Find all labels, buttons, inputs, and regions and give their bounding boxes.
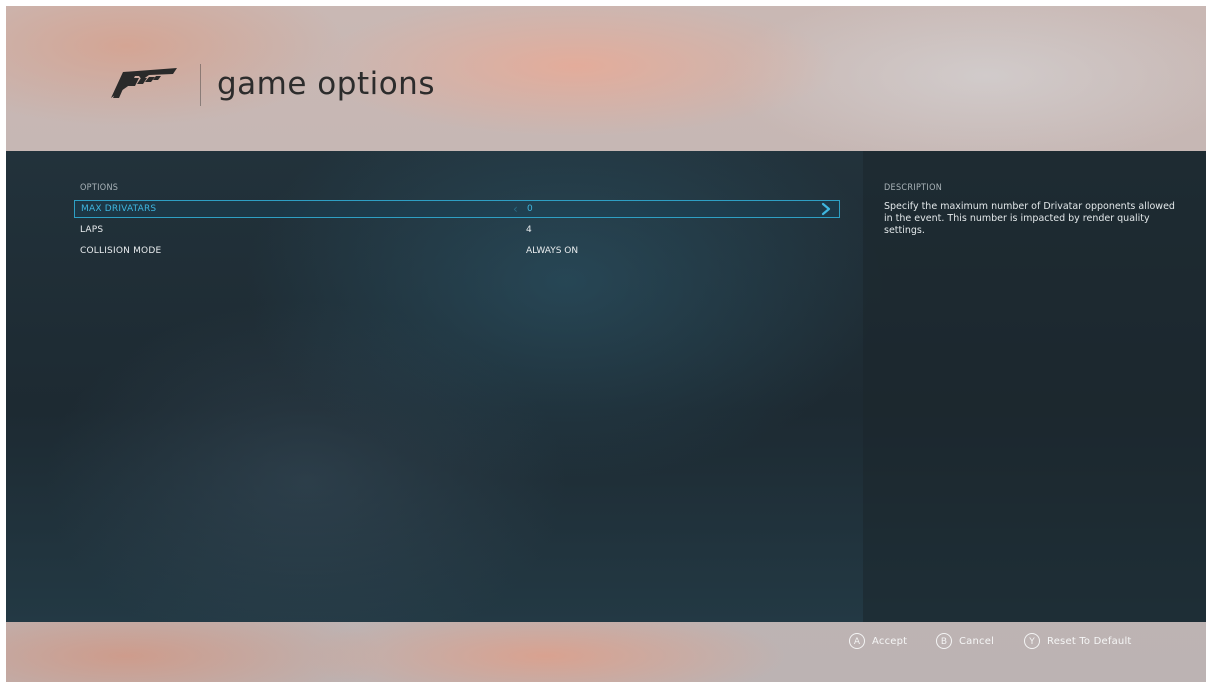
option-value: 4 xyxy=(526,225,532,235)
option-row-collision-mode[interactable]: COLLISION MODE ALWAYS ON xyxy=(74,243,840,261)
option-label: MAX DRIVATARS xyxy=(81,204,157,214)
header-divider xyxy=(200,64,201,106)
option-row-laps[interactable]: LAPS 4 xyxy=(74,222,840,240)
accept-button[interactable]: A Accept xyxy=(849,631,907,651)
chevron-right-icon[interactable] xyxy=(819,202,833,216)
page-title: game options xyxy=(217,66,435,102)
description-section-label: DESCRIPTION xyxy=(884,183,943,193)
option-value: 0 xyxy=(527,204,533,214)
cancel-button[interactable]: B Cancel xyxy=(936,631,994,651)
a-button-icon: A xyxy=(849,633,865,649)
options-panel: OPTIONS MAX DRIVATARS ‹ 0 LAPS 4 COLLISI… xyxy=(6,151,863,622)
cancel-label: Cancel xyxy=(959,635,995,647)
option-label: LAPS xyxy=(80,225,104,235)
y-button-icon: Y xyxy=(1024,633,1040,649)
reset-to-default-label: Reset To Default xyxy=(1047,635,1132,647)
accept-label: Accept xyxy=(872,635,908,647)
options-section-label: OPTIONS xyxy=(80,183,119,193)
screen: game options OPTIONS MAX DRIVATARS ‹ 0 L… xyxy=(6,6,1206,682)
description-panel: DESCRIPTION Specify the maximum number o… xyxy=(863,151,1206,622)
chevron-left-icon[interactable]: ‹ xyxy=(513,201,518,217)
footer: A Accept B Cancel Y Reset To Default xyxy=(6,622,1206,682)
option-label: COLLISION MODE xyxy=(80,246,162,256)
option-value: ALWAYS ON xyxy=(526,246,579,256)
header: game options xyxy=(6,6,1206,151)
forza-logo xyxy=(111,68,177,98)
b-button-icon: B xyxy=(936,633,952,649)
option-row-max-drivatars[interactable]: MAX DRIVATARS ‹ 0 xyxy=(74,200,840,218)
main-panel: OPTIONS MAX DRIVATARS ‹ 0 LAPS 4 COLLISI… xyxy=(6,151,1206,622)
description-text: Specify the maximum number of Drivatar o… xyxy=(884,201,1175,236)
reset-to-default-button[interactable]: Y Reset To Default xyxy=(1024,631,1132,651)
